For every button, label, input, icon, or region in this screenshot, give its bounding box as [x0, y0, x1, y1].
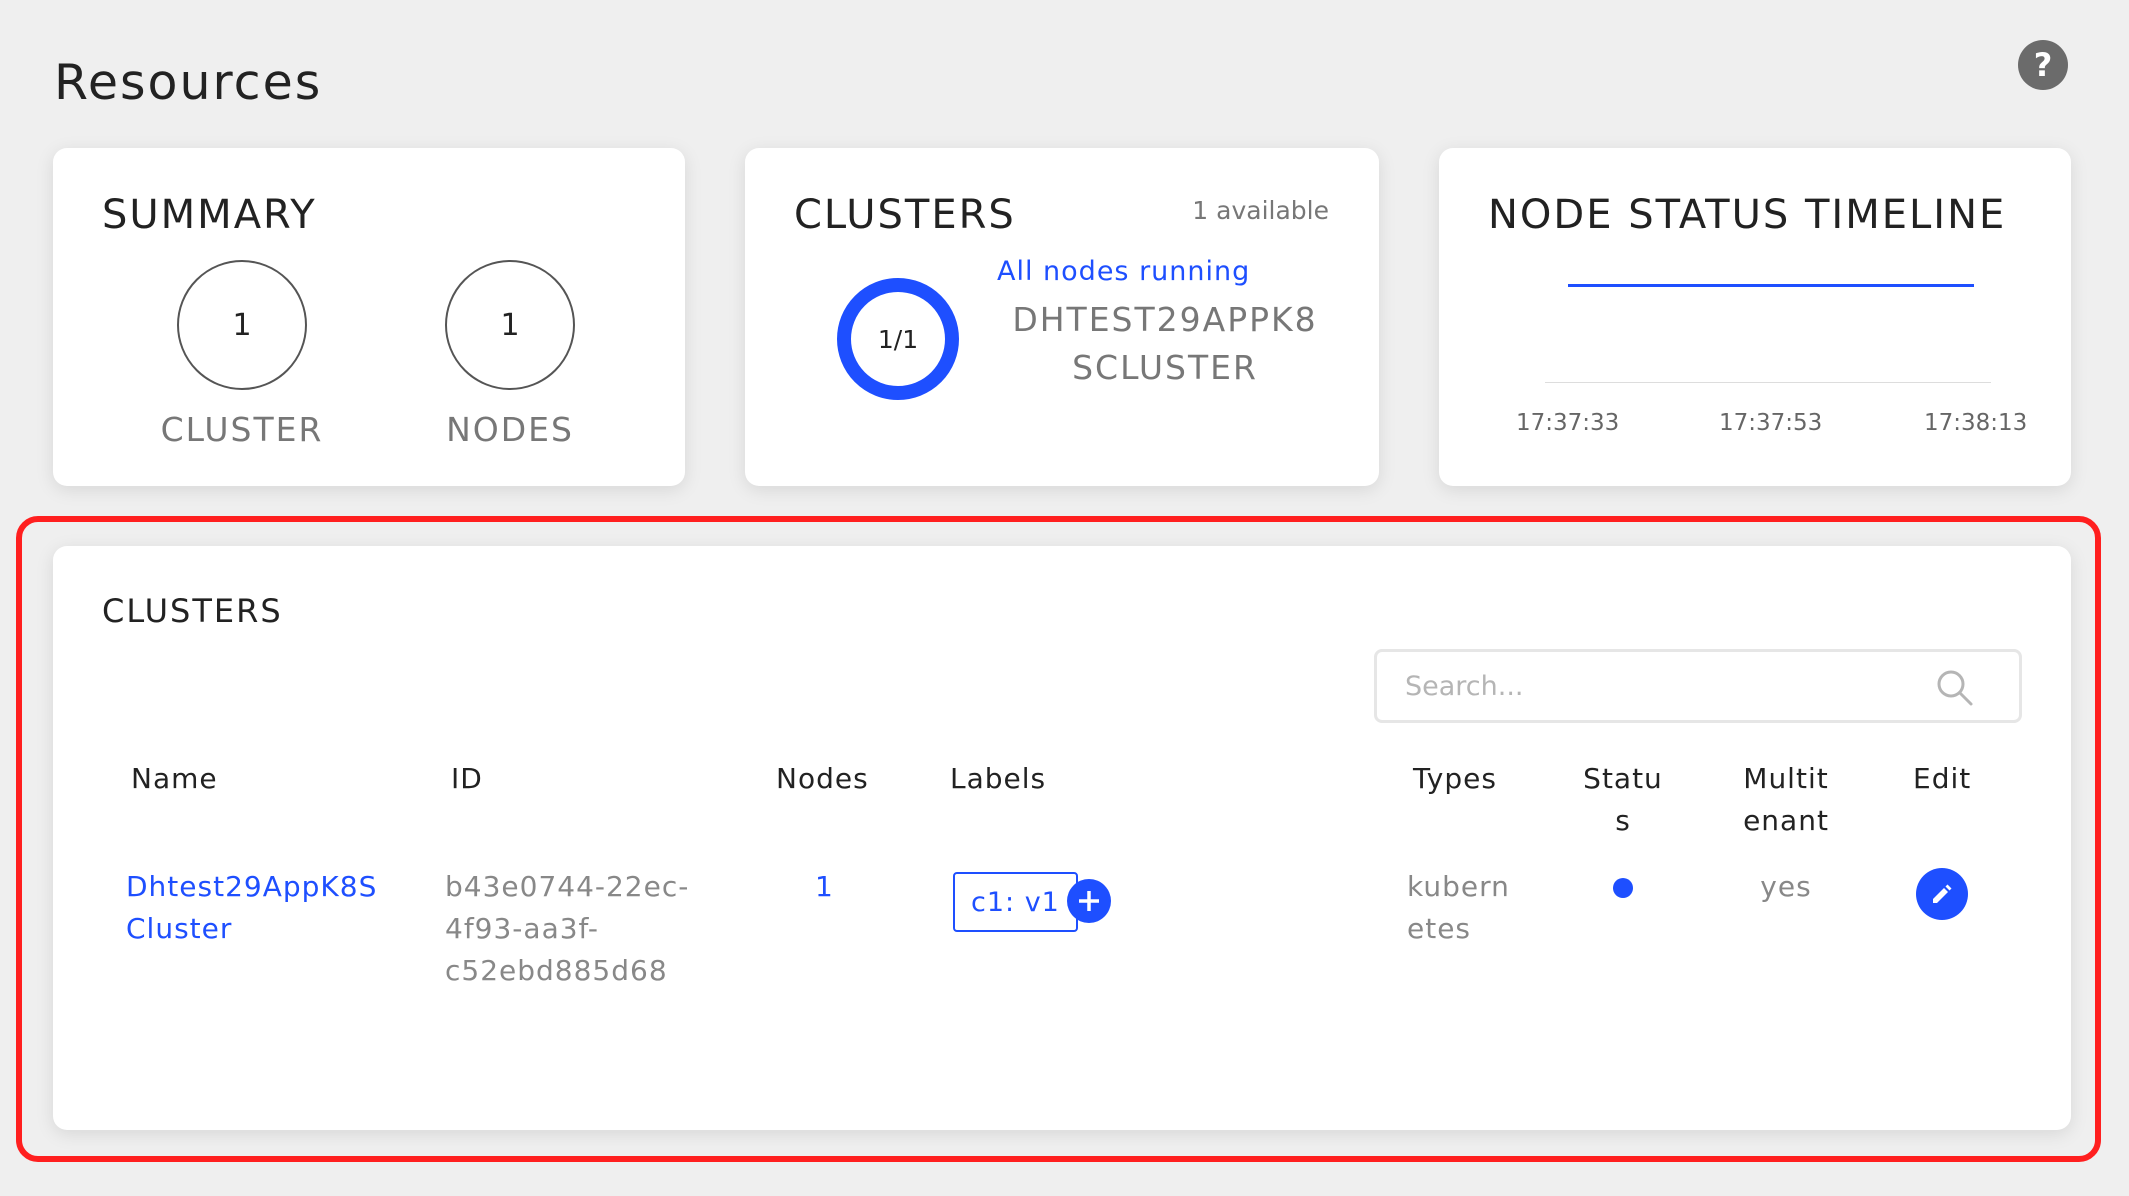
- timeline-tick: 17:37:53: [1719, 410, 1823, 436]
- clusters-summary-card: CLUSTERS 1 available 1/1 All nodes runni…: [745, 148, 1379, 486]
- clusters-card-title: CLUSTERS: [794, 192, 1016, 238]
- nodes-count-label: NODES: [446, 410, 574, 449]
- highlight-frame: [16, 516, 2101, 1162]
- timeline-title: NODE STATUS TIMELINE: [1488, 192, 2007, 238]
- timeline-tick: 17:37:33: [1516, 410, 1620, 436]
- timeline-tick: 17:38:13: [1924, 410, 2028, 436]
- summary-title: SUMMARY: [102, 192, 317, 238]
- cluster-count-circle[interactable]: 1: [177, 260, 307, 390]
- cluster-count-value: 1: [232, 307, 252, 343]
- summary-card-body: SUMMARY 1 CLUSTER 1 NODES: [53, 148, 685, 486]
- timeline-status-line: [1568, 284, 1974, 287]
- page-title: Resources: [54, 54, 323, 111]
- available-count: 1 available: [1192, 196, 1329, 225]
- cluster-name-line2: SCLUSTER: [1072, 348, 1258, 387]
- timeline-axis: [1545, 382, 1991, 383]
- nodes-count-value: 1: [500, 307, 520, 343]
- cluster-name-line1: DHTEST29APPK8: [1012, 300, 1318, 339]
- cluster-count-label: CLUSTER: [160, 410, 324, 449]
- cluster-name-display: DHTEST29APPK8 SCLUSTER: [975, 296, 1355, 392]
- node-status-timeline-card: NODE STATUS TIMELINE 17:37:33 17:37:53 1…: [1439, 148, 2071, 486]
- clusters-donut: 1/1: [837, 278, 959, 400]
- clusters-ratio: 1/1: [877, 324, 919, 354]
- help-icon[interactable]: ?: [2018, 40, 2068, 90]
- nodes-running-status: All nodes running: [997, 256, 1251, 287]
- nodes-count-circle[interactable]: 1: [445, 260, 575, 390]
